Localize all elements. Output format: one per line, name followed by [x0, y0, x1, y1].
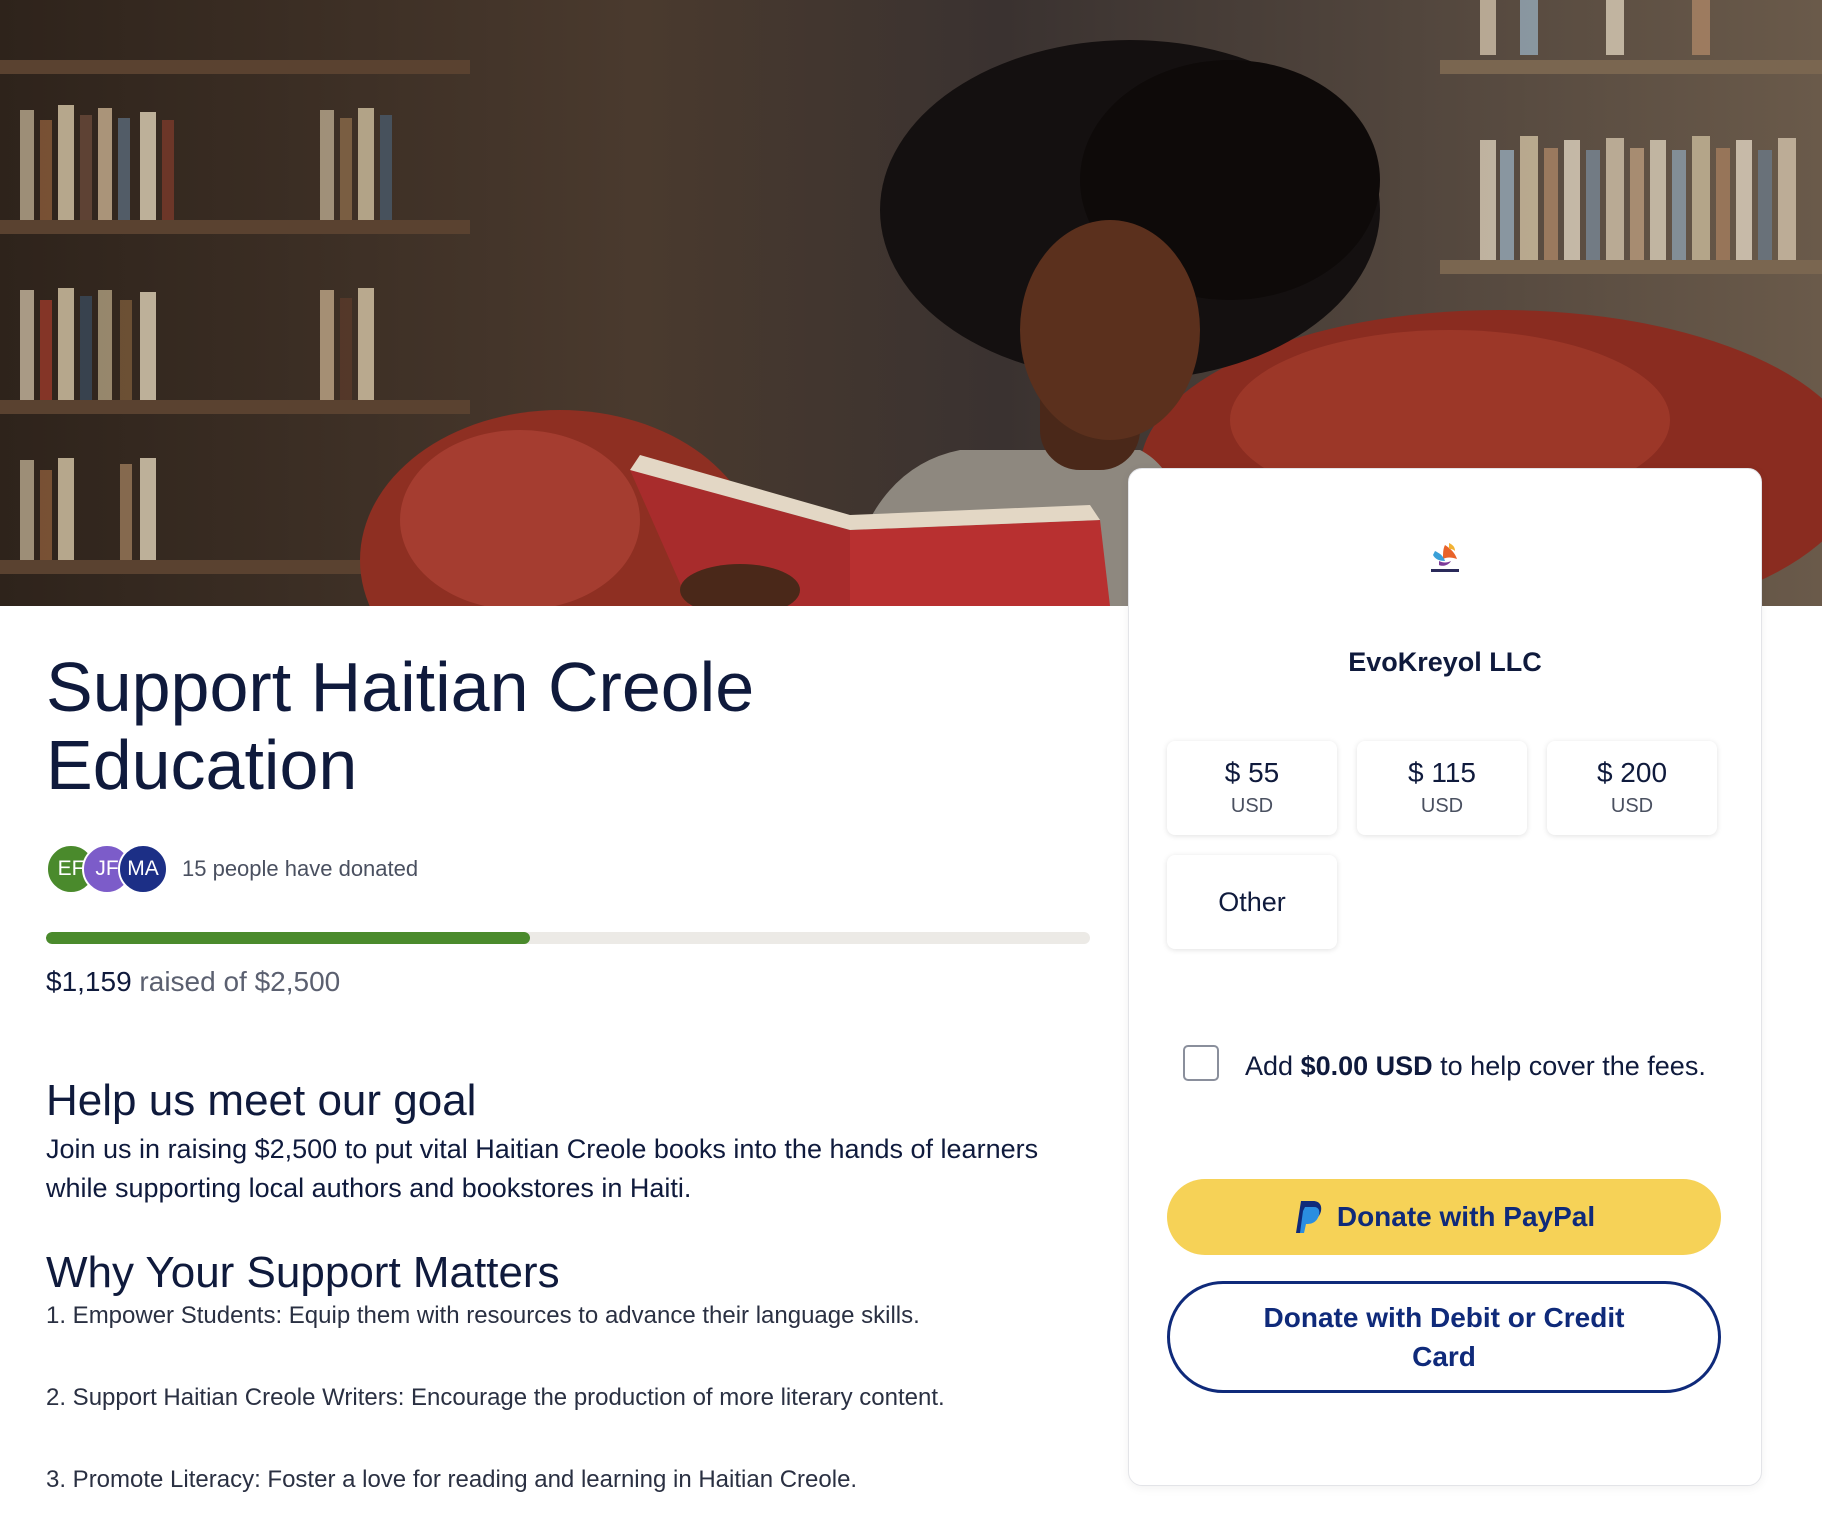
- cover-fees-checkbox[interactable]: [1183, 1045, 1219, 1081]
- list-item: 1. Empower Students: Equip them with res…: [46, 1302, 920, 1329]
- donor-count-text: 15 people have donated: [182, 856, 419, 881]
- paypal-icon: [1295, 1201, 1322, 1233]
- list-item: 2. Support Haitian Creole Writers: Encou…: [46, 1384, 945, 1411]
- amount-option-200[interactable]: $ 200 USD: [1547, 741, 1717, 835]
- raised-goal-text: raised of $2,500: [139, 966, 341, 997]
- donate-card-button[interactable]: Donate with Debit or Credit Card: [1167, 1281, 1721, 1393]
- goal-heading: Help us meet our goal: [46, 1076, 477, 1125]
- amount-value: $ 55: [1224, 757, 1280, 788]
- donation-page: Support Haitian Creole Education EF JF M…: [0, 0, 1822, 1526]
- fee-prefix: Add: [1245, 1051, 1294, 1081]
- list-item: 3. Promote Literacy: Foster a love for r…: [46, 1466, 858, 1493]
- raised-amount: $1,159: [46, 966, 132, 997]
- amount-value: $ 115: [1408, 757, 1476, 788]
- amount-currency: USD: [1420, 795, 1464, 817]
- progress-bar-fill: [46, 932, 530, 944]
- cover-fees-label: Add $0.00 USD to help cover the fees.: [1245, 1047, 1715, 1086]
- amount-option-55[interactable]: $ 55 USD: [1167, 741, 1337, 835]
- campaign-title: Support Haitian Creole Education: [46, 648, 755, 804]
- why-heading: Why Your Support Matters: [46, 1248, 560, 1297]
- amount-value: $ 200: [1596, 757, 1668, 788]
- goal-description: Join us in raising $2,500 to put vital H…: [46, 1134, 1039, 1203]
- donate-paypal-button[interactable]: Donate with PayPal: [1167, 1179, 1721, 1255]
- fee-amount: $0.00 USD: [1300, 1051, 1433, 1081]
- amount-option-115[interactable]: $ 115 USD: [1357, 741, 1527, 835]
- avatar: MA: [118, 844, 168, 894]
- donation-card: EvoKreyol LLC $ 55 USD $ 115 USD $ 200 U…: [1128, 468, 1762, 1486]
- why-list: 1. Empower Students: Equip them with res…: [46, 1302, 945, 1526]
- donate-card-label: Donate with Debit or Credit Card: [1263, 1302, 1625, 1372]
- evokreyol-logo: [1431, 543, 1459, 572]
- progress-bar: [46, 932, 1090, 944]
- fee-suffix: to help cover the fees.: [1440, 1051, 1706, 1081]
- org-name: EvoKreyol LLC: [1348, 647, 1542, 677]
- amount-currency: USD: [1610, 795, 1654, 817]
- raised-summary: $1,159 raised of $2,500: [46, 966, 340, 998]
- amount-option-other[interactable]: Other: [1167, 855, 1337, 949]
- amount-currency: USD: [1230, 795, 1274, 817]
- donor-summary: EF JF MA 15 people have donated: [46, 844, 418, 894]
- donate-paypal-label: Donate with PayPal: [1336, 1201, 1596, 1232]
